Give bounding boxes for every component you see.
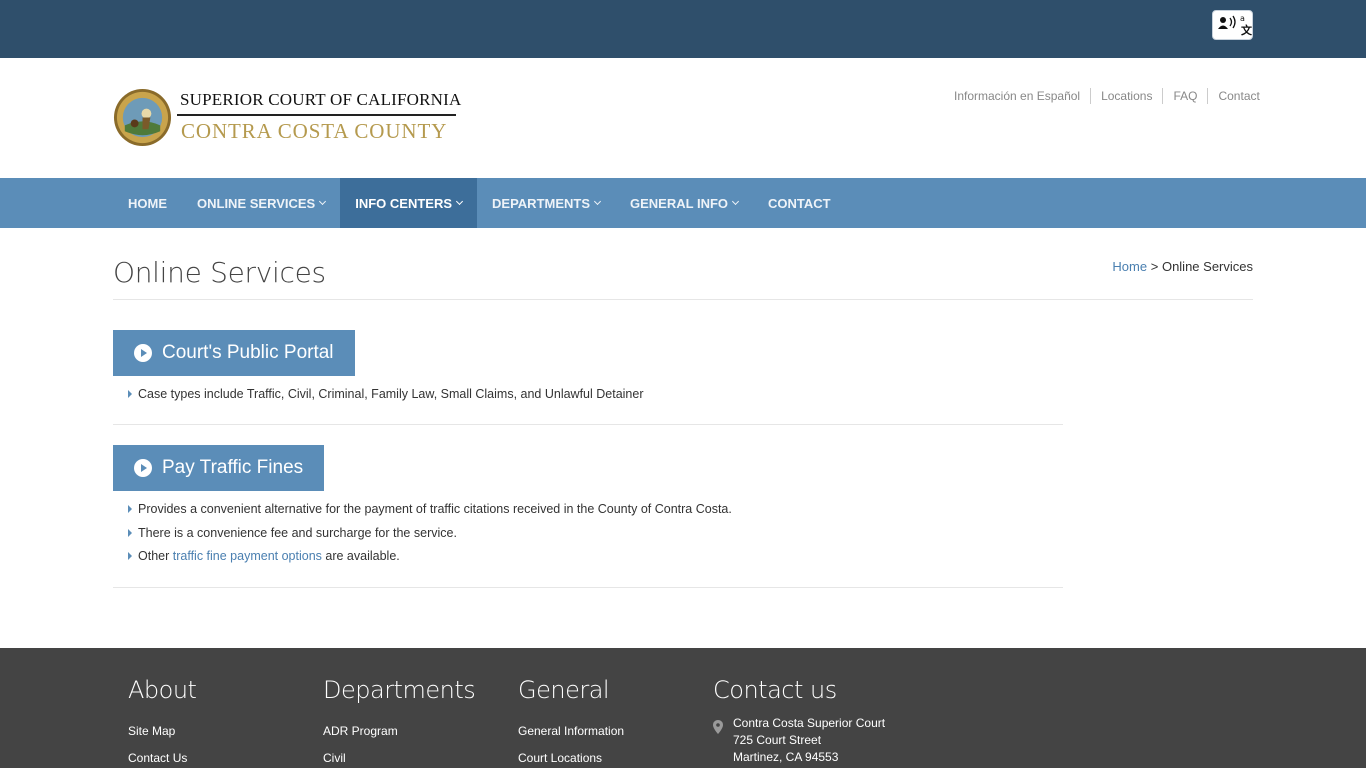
state-seal-icon[interactable]: [113, 88, 172, 147]
play-circle-icon: [134, 344, 152, 362]
public-portal-label: Court's Public Portal: [162, 342, 334, 363]
address-line: Martinez, CA 94553: [733, 750, 839, 764]
footer-about: About Site Map Contact Us: [128, 676, 197, 768]
list-item: There is a convenience fee and surcharge…: [128, 524, 732, 548]
translate-icon: a 文: [1218, 14, 1252, 37]
logo-subtitle[interactable]: CONTRA COSTA COUNTY: [181, 119, 447, 144]
chevron-down-icon: [319, 197, 327, 205]
public-portal-bullets: Case types include Traffic, Civil, Crimi…: [128, 385, 644, 409]
top-bar: a 文: [0, 0, 1366, 58]
bullet-text: There is a convenience fee and surcharge…: [138, 525, 457, 540]
contact-address: Contra Costa Superior Court 725 Court St…: [713, 715, 885, 766]
nav-online-services-label: ONLINE SERVICES: [197, 195, 316, 211]
pay-traffic-fines-button[interactable]: Pay Traffic Fines: [113, 445, 325, 491]
footer-link-adr-program[interactable]: ADR Program: [323, 718, 475, 745]
footer-contact: Contact us Contra Costa Superior Court 7…: [713, 676, 885, 766]
divider: [113, 587, 1063, 588]
footer-heading-departments: Departments: [323, 676, 476, 704]
breadcrumb: Home > Online Services: [1112, 259, 1253, 274]
divider: [113, 299, 1253, 300]
site-header: [0, 58, 1366, 178]
list-item: Provides a convenient alternative for th…: [128, 500, 732, 524]
nav-departments-label: DEPARTMENTS: [492, 195, 591, 211]
util-link-faq[interactable]: FAQ: [1162, 88, 1207, 104]
footer-general: General General Information Court Locati…: [518, 676, 624, 768]
traffic-fine-options-link[interactable]: traffic fine payment options: [173, 549, 322, 563]
chevron-down-icon: [731, 197, 740, 205]
nav-contact-label: CONTACT: [768, 195, 831, 211]
bullet-text: are available.: [321, 549, 400, 563]
footer-link-civil[interactable]: Civil: [323, 745, 475, 768]
nav-general-info-label: GENERAL INFO: [630, 195, 729, 211]
list-item: Other traffic fine payment options are a…: [128, 547, 732, 571]
breadcrumb-separator: >: [1150, 259, 1159, 274]
chevron-down-icon: [455, 197, 464, 205]
bullet-text: Case types include Traffic, Civil, Crimi…: [138, 387, 644, 401]
public-portal-button[interactable]: Court's Public Portal: [113, 330, 355, 376]
util-link-locations[interactable]: Locations: [1090, 88, 1162, 104]
traffic-fines-bullets: Provides a convenient alternative for th…: [128, 500, 732, 571]
breadcrumb-home-link[interactable]: Home: [1112, 259, 1147, 274]
main-nav: HOME ONLINE SERVICES INFO CENTERS DEPART…: [0, 178, 1366, 228]
breadcrumb-current: Online Services: [1161, 259, 1253, 274]
pay-traffic-fines-label: Pay Traffic Fines: [162, 457, 304, 478]
footer-link-site-map[interactable]: Site Map: [128, 718, 196, 745]
address-line: Contra Costa Superior Court: [733, 716, 886, 730]
divider: [113, 424, 1063, 425]
util-link-espanol[interactable]: Información en Español: [944, 88, 1090, 104]
footer-heading-about: About: [128, 676, 197, 704]
logo-divider: [177, 114, 456, 116]
page-title: Online Services: [113, 256, 326, 289]
list-item: Case types include Traffic, Civil, Crimi…: [128, 385, 644, 409]
translate-button[interactable]: a 文: [1212, 10, 1253, 40]
logo-title[interactable]: SUPERIOR COURT OF CALIFORNIA: [180, 90, 462, 110]
location-pin-icon: [713, 720, 723, 734]
play-circle-icon: [134, 459, 152, 477]
nav-online-services[interactable]: ONLINE SERVICES: [182, 178, 340, 228]
bullet-text: Other: [138, 549, 173, 563]
nav-info-centers-label: INFO CENTERS: [355, 195, 453, 211]
address-line: 725 Court Street: [733, 733, 822, 747]
site-footer: About Site Map Contact Us Departments AD…: [0, 648, 1366, 768]
utility-nav: Información en Español Locations FAQ Con…: [944, 88, 1270, 104]
bullet-text: Provides a convenient alternative for th…: [138, 502, 732, 516]
nav-departments[interactable]: DEPARTMENTS: [477, 178, 615, 228]
footer-heading-contact: Contact us: [713, 676, 837, 704]
footer-heading-general: General: [518, 676, 610, 704]
nav-home[interactable]: HOME: [113, 178, 182, 228]
nav-contact[interactable]: CONTACT: [753, 178, 846, 228]
footer-link-contact-us[interactable]: Contact Us: [128, 745, 196, 768]
svg-text:a: a: [1240, 14, 1245, 23]
nav-general-info[interactable]: GENERAL INFO: [615, 178, 753, 228]
chevron-down-icon: [593, 197, 602, 205]
footer-departments: Departments ADR Program Civil: [323, 676, 476, 768]
footer-link-court-locations[interactable]: Court Locations: [518, 745, 624, 768]
nav-info-centers[interactable]: INFO CENTERS: [340, 178, 478, 228]
svg-text:文: 文: [1241, 23, 1252, 37]
util-link-contact[interactable]: Contact: [1207, 88, 1269, 104]
nav-home-label: HOME: [128, 195, 167, 211]
footer-link-general-information[interactable]: General Information: [518, 718, 624, 745]
